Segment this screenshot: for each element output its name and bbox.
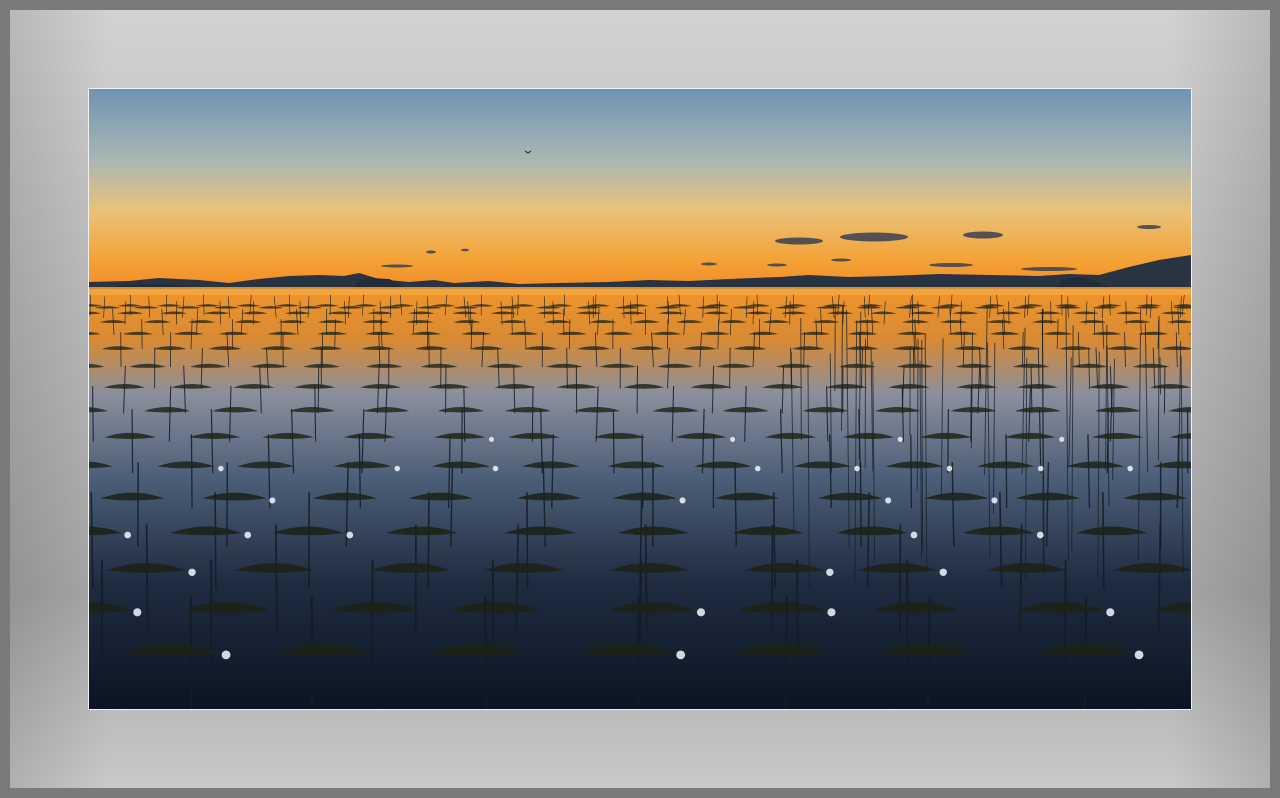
horizon-glow bbox=[89, 287, 1191, 295]
sky bbox=[89, 89, 1191, 291]
photo bbox=[88, 88, 1192, 710]
sunset-scene bbox=[89, 89, 1191, 709]
